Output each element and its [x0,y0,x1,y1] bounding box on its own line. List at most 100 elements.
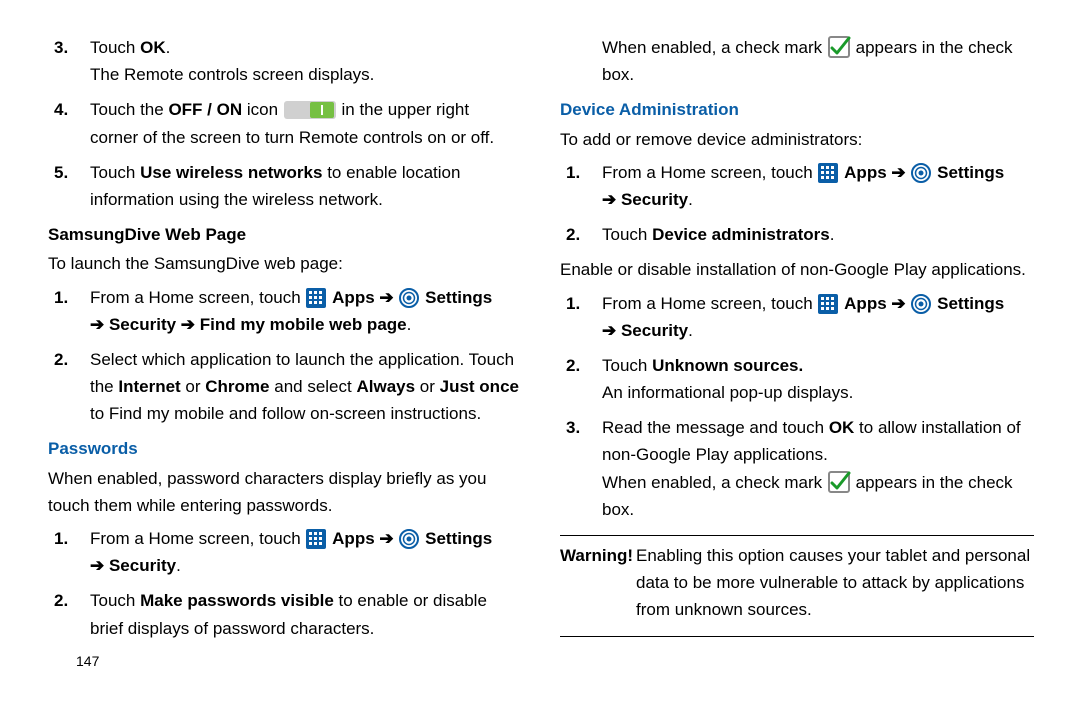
toggle-on-icon [283,99,337,121]
divider [560,535,1034,536]
text: Touch [90,591,140,610]
text: . [407,315,412,334]
text-bold: OFF / ON [168,100,242,119]
left-column: Touch OK. The Remote controls screen dis… [48,34,520,704]
settings-label: Settings [937,294,1004,313]
device-admin-heading: Device Administration [560,96,1034,123]
text: or [181,377,206,396]
text-bold: Just once [440,377,519,396]
arrow-icon: ➔ [891,294,905,313]
non-google-intro: Enable or disable installation of non-Go… [560,256,1034,283]
apps-icon [305,287,327,309]
samsungdive-subheading: SamsungDive Web Page [48,221,520,248]
da-step-1: From a Home screen, touch Apps ➔ Setting… [588,159,1034,213]
non-google-steps: From a Home screen, touch Apps ➔ Setting… [560,290,1034,524]
passwords-heading: Passwords [48,435,520,462]
check-note: When enabled, a check mark appears in th… [560,34,1034,88]
manual-page: Touch OK. The Remote controls screen dis… [0,0,1080,720]
settings-label: Settings [425,529,492,548]
text: From a Home screen, touch [90,288,305,307]
text: Touch [90,38,140,57]
text: The Remote controls screen displays. [90,65,374,84]
text: Apps [332,529,375,548]
text: . [830,225,835,244]
settings-icon [910,162,932,184]
text: to Find my mobile and follow on-screen i… [90,404,481,423]
page-number: 147 [48,650,520,672]
text: From a Home screen, touch [602,294,817,313]
text: An informational pop-up displays. [602,383,853,402]
text-bold: OK [829,418,855,437]
warning-text: Enabling this option causes your tablet … [636,542,1034,624]
settings-icon [398,287,420,309]
text: Touch [602,225,652,244]
path-text: ➔ Security [602,321,688,340]
apps-label: Apps ➔ [332,288,398,307]
text: Touch [602,356,652,375]
text: . [176,556,181,575]
text: or [415,377,440,396]
checkmark-icon [827,470,851,494]
text-bold: Unknown sources. [652,356,803,375]
text: From a Home screen, touch [90,529,305,548]
settings-icon [910,293,932,315]
step-3: Touch OK. The Remote controls screen dis… [76,34,520,88]
path-text: ➔ Security [602,190,688,209]
text: When enabled, a check mark [602,473,827,492]
device-admin-intro: To add or remove device administrators: [560,126,1034,153]
text: Touch [90,163,140,182]
sd-step-2: Select which application to launch the a… [76,346,520,428]
path-text: ➔ Security [90,556,176,575]
samsungdive-intro: To launch the SamsungDive web page: [48,250,520,277]
text-bold: Use wireless networks [140,163,322,182]
arrow-icon: ➔ [379,529,393,548]
text: Apps [844,163,887,182]
text: Read the message and touch [602,418,829,437]
divider [560,636,1034,637]
text-bold: Always [356,377,415,396]
apps-icon [305,528,327,550]
apps-label: Apps ➔ [844,294,910,313]
apps-icon [817,293,839,315]
passwords-intro: When enabled, password characters displa… [48,465,520,519]
arrow-icon: ➔ [891,163,905,182]
warning-label: Warning! [560,542,636,569]
ng-step-1: From a Home screen, touch Apps ➔ Setting… [588,290,1034,344]
da-step-2: Touch Device administrators. [588,221,1034,248]
right-column: When enabled, a check mark appears in th… [560,34,1034,704]
passwords-steps: From a Home screen, touch Apps ➔ Setting… [48,525,520,642]
text: Touch the [90,100,168,119]
text: . [166,38,171,57]
settings-label: Settings [425,288,492,307]
step-4: Touch the OFF / ON icon in the upper rig… [76,96,520,150]
path-text: ➔ Security ➔ Find my mobile web page [90,315,407,334]
settings-icon [398,528,420,550]
text-bold: OK [140,38,166,57]
text: icon [242,100,283,119]
apps-icon [817,162,839,184]
apps-label: Apps ➔ [844,163,910,182]
device-admin-steps: From a Home screen, touch Apps ➔ Setting… [560,159,1034,249]
text: From a Home screen, touch [602,163,817,182]
text-bold: Internet [118,377,180,396]
text: . [688,190,693,209]
arrow-icon: ➔ [379,288,393,307]
text-bold: Chrome [205,377,274,396]
sd-step-1: From a Home screen, touch Apps ➔ Setting… [76,284,520,338]
ng-step-3: Read the message and touch OK to allow i… [588,414,1034,523]
step-5: Touch Use wireless networks to enable lo… [76,159,520,213]
text: Apps [844,294,887,313]
text: Apps [332,288,375,307]
pw-step-2: Touch Make passwords visible to enable o… [76,587,520,641]
checkmark-icon [827,35,851,59]
warning-block: Warning! Enabling this option causes you… [560,542,1034,624]
text: When enabled, a check mark [602,38,827,57]
text-bold: Device administrators [652,225,830,244]
apps-label: Apps ➔ [332,529,398,548]
remote-controls-steps: Touch OK. The Remote controls screen dis… [48,34,520,213]
text: and select [274,377,356,396]
settings-label: Settings [937,163,1004,182]
text: . [688,321,693,340]
pw-step-1: From a Home screen, touch Apps ➔ Setting… [76,525,520,579]
samsungdive-steps: From a Home screen, touch Apps ➔ Setting… [48,284,520,428]
